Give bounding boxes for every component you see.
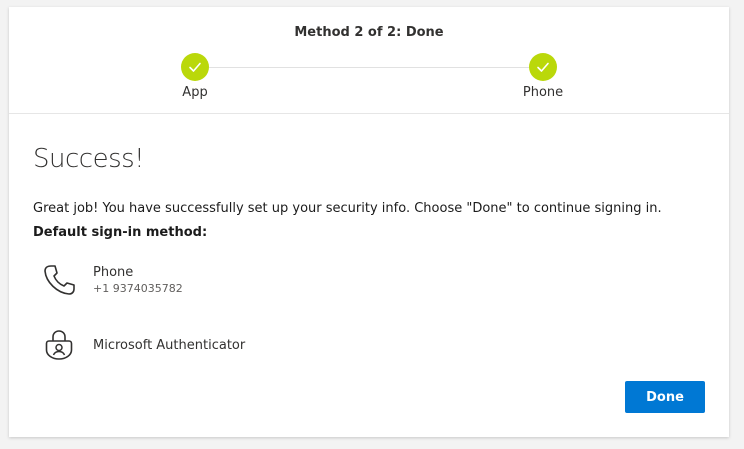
- method-detail-phone: +1 9374035782: [93, 282, 183, 295]
- phone-icon: [41, 262, 77, 298]
- main-content: Success! Great job! You have successfull…: [33, 144, 713, 360]
- step-title: Method 2 of 2: Done: [294, 25, 444, 40]
- done-button[interactable]: Done: [625, 381, 705, 413]
- method-phone: Phone +1 9374035782: [41, 262, 183, 298]
- security-info-card: Method 2 of 2: Done App Phone Success! G…: [9, 7, 729, 437]
- checkmark-icon: [529, 53, 557, 81]
- step-phone: Phone: [503, 53, 583, 100]
- default-method-label: Default sign-in method:: [33, 225, 208, 240]
- method-authenticator: Microsoft Authenticator: [41, 327, 245, 363]
- success-description: Great job! You have successfully set up …: [33, 201, 662, 216]
- method-name-phone: Phone: [93, 265, 134, 280]
- step-app: App: [155, 53, 235, 100]
- page-title: Success!: [33, 144, 145, 174]
- checkmark-icon: [181, 53, 209, 81]
- method-name-authenticator: Microsoft Authenticator: [93, 337, 246, 353]
- progress-line: [209, 67, 529, 68]
- progress-header: Method 2 of 2: Done App Phone: [9, 7, 729, 114]
- step-label-app: App: [182, 85, 208, 100]
- step-label-phone: Phone: [522, 85, 564, 100]
- authenticator-icon: [41, 327, 77, 363]
